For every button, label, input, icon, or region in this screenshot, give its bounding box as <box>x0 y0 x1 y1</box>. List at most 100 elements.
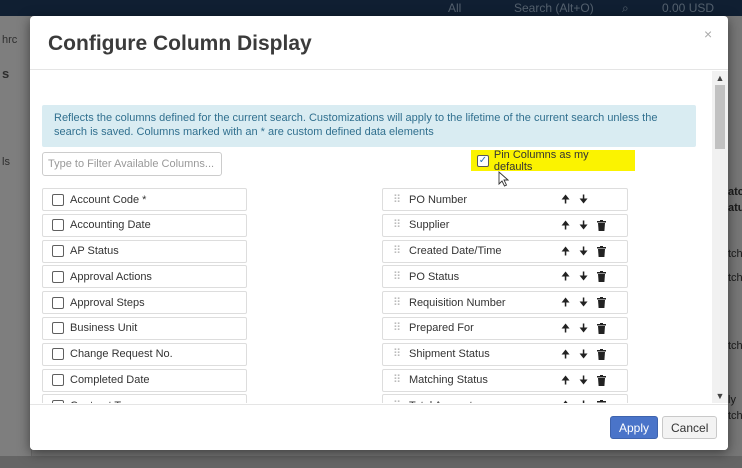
drag-handle-icon[interactable]: ⠿ <box>393 220 403 231</box>
filter-columns-input[interactable] <box>42 152 222 176</box>
column-checkbox[interactable] <box>52 219 64 232</box>
move-down-arrow-icon[interactable]: 🠋 <box>579 296 588 310</box>
column-actions: 🠉🠋 <box>561 193 588 207</box>
pin-columns-label: Pin Columns as my defaults <box>493 148 589 173</box>
column-checkbox[interactable] <box>52 245 64 258</box>
column-actions: 🠉🠋 <box>561 374 606 388</box>
move-down-arrow-icon[interactable]: 🠋 <box>579 245 588 259</box>
move-down-arrow-icon[interactable]: 🠋 <box>579 348 588 362</box>
available-column-item[interactable]: Completed Date <box>42 368 247 392</box>
move-up-arrow-icon[interactable]: 🠉 <box>561 399 570 403</box>
move-up-arrow-icon[interactable]: 🠉 <box>561 193 570 207</box>
selected-column-item[interactable]: ⠿ Prepared For 🠉 🠋 <box>382 316 628 340</box>
available-column-item[interactable]: Approval Steps <box>42 291 247 315</box>
column-label: Account Code * <box>70 193 147 206</box>
drag-handle-icon[interactable]: ⠿ <box>393 375 403 386</box>
move-down-arrow-icon[interactable]: 🠋 <box>579 374 588 388</box>
trash-icon[interactable] <box>597 374 606 386</box>
move-up-arrow-icon[interactable]: 🠉 <box>561 245 570 259</box>
available-column-item[interactable]: Accounting Date <box>42 213 247 237</box>
trash-icon[interactable] <box>597 348 606 360</box>
column-checkbox[interactable] <box>52 270 64 283</box>
apply-button[interactable]: Apply <box>610 416 659 439</box>
drag-handle-icon[interactable]: ⠿ <box>393 323 403 334</box>
column-actions: 🠉🠋 <box>561 348 606 362</box>
info-message: Reflects the columns defined for the cur… <box>42 105 696 147</box>
move-up-arrow-icon[interactable]: 🠉 <box>561 322 570 336</box>
drag-handle-icon[interactable]: ⠿ <box>393 349 403 360</box>
column-label: Contract Type <box>70 400 138 403</box>
column-checkbox[interactable] <box>52 348 64 361</box>
trash-icon[interactable] <box>597 400 606 403</box>
drag-handle-icon[interactable]: ⠿ <box>393 271 403 282</box>
checkbox-checked-icon: ✓ <box>477 154 489 167</box>
column-label: Approval Actions <box>70 270 152 283</box>
move-up-arrow-icon[interactable]: 🠉 <box>561 219 570 233</box>
scrollbar-thumb[interactable] <box>715 85 725 149</box>
trash-icon[interactable] <box>597 322 606 334</box>
dialog-scrollbar[interactable]: ▲ ▼ <box>712 71 728 403</box>
selected-column-item[interactable]: ⠿ Shipment Status 🠉 🠋 <box>382 342 628 366</box>
dialog-title: Configure Column Display <box>48 32 312 55</box>
available-column-item[interactable]: Business Unit <box>42 316 247 340</box>
available-column-item[interactable]: Change Request No. <box>42 342 247 366</box>
scroll-down-icon[interactable]: ▼ <box>715 391 725 401</box>
available-columns-list: Account Code * Accounting Date AP Status Ap… <box>42 188 247 403</box>
selected-column-item[interactable]: ⠿ PO Number 🠉 🠋 <box>382 188 628 211</box>
move-down-arrow-icon[interactable]: 🠋 <box>579 193 588 207</box>
selected-columns-list: ⠿ PO Number 🠉 🠋 ⠿ Supplier 🠉 🠋 ⠿ Created Date/Tim… <box>382 188 628 403</box>
column-label: PO Number <box>409 193 468 206</box>
column-actions: 🠉🠋 <box>561 219 606 233</box>
column-label: AP Status <box>70 245 119 258</box>
trash-icon[interactable] <box>597 297 606 309</box>
move-down-arrow-icon[interactable]: 🠋 <box>579 219 588 233</box>
selected-column-item[interactable]: ⠿ Matching Status 🠉 🠋 <box>382 368 628 392</box>
move-up-arrow-icon[interactable]: 🠉 <box>561 296 570 310</box>
column-checkbox[interactable] <box>52 296 64 309</box>
available-column-item[interactable]: AP Status <box>42 239 247 263</box>
move-up-arrow-icon[interactable]: 🠉 <box>561 374 570 388</box>
scroll-up-icon[interactable]: ▲ <box>715 73 725 83</box>
move-down-arrow-icon[interactable]: 🠋 <box>579 399 588 403</box>
column-checkbox[interactable] <box>52 322 64 335</box>
mouse-cursor-icon <box>498 171 510 187</box>
move-up-arrow-icon[interactable]: 🠉 <box>561 270 570 284</box>
selected-column-item[interactable]: ⠿ PO Status 🠉 🠋 <box>382 265 628 289</box>
move-up-arrow-icon[interactable]: 🠉 <box>561 348 570 362</box>
cancel-button[interactable]: Cancel <box>662 416 718 439</box>
column-label: Approval Steps <box>70 296 145 309</box>
column-actions: 🠉🠋 <box>561 270 606 284</box>
column-checkbox[interactable] <box>52 399 64 403</box>
selected-column-item[interactable]: ⠿Total Amount🠉🠋 <box>382 394 628 403</box>
dialog-footer: Apply Cancel <box>30 404 728 450</box>
move-down-arrow-icon[interactable]: 🠋 <box>579 322 588 336</box>
drag-handle-icon[interactable]: ⠿ <box>393 297 403 308</box>
pin-columns-checkbox[interactable]: ✓ Pin Columns as my defaults <box>471 148 635 173</box>
column-label: Business Unit <box>70 322 138 335</box>
drag-handle-icon[interactable]: ⠿ <box>393 194 403 205</box>
move-down-arrow-icon[interactable]: 🠋 <box>579 270 588 284</box>
trash-icon[interactable] <box>597 219 606 231</box>
dialog-body: Reflects the columns defined for the cur… <box>30 71 728 403</box>
trash-icon[interactable] <box>597 271 606 283</box>
column-label: Accounting Date <box>70 219 151 232</box>
available-column-item[interactable]: Account Code * <box>42 188 247 211</box>
selected-column-item[interactable]: ⠿ Created Date/Time 🠉 🠋 <box>382 239 628 263</box>
available-column-item[interactable]: Approval Actions <box>42 265 247 289</box>
column-actions: 🠉🠋 <box>561 399 606 403</box>
column-label: Completed Date <box>70 374 150 387</box>
column-checkbox[interactable] <box>52 193 64 206</box>
drag-handle-icon[interactable]: ⠿ <box>393 246 403 257</box>
dialog-header: Configure Column Display × <box>30 16 728 70</box>
column-checkbox[interactable] <box>52 374 64 387</box>
column-actions: 🠉🠋 <box>561 296 606 310</box>
selected-column-item[interactable]: ⠿ Supplier 🠉 🠋 <box>382 213 628 237</box>
column-label: Change Request No. <box>70 348 173 361</box>
selected-column-item[interactable]: ⠿ Requisition Number 🠉 🠋 <box>382 291 628 315</box>
configure-columns-dialog: Configure Column Display × Reflects the … <box>30 16 728 450</box>
drag-handle-icon[interactable]: ⠿ <box>393 400 403 403</box>
column-actions: 🠉🠋 <box>561 322 606 336</box>
close-icon[interactable]: × <box>704 26 712 42</box>
trash-icon[interactable] <box>597 245 606 257</box>
available-column-item[interactable]: Contract Type <box>42 394 247 403</box>
